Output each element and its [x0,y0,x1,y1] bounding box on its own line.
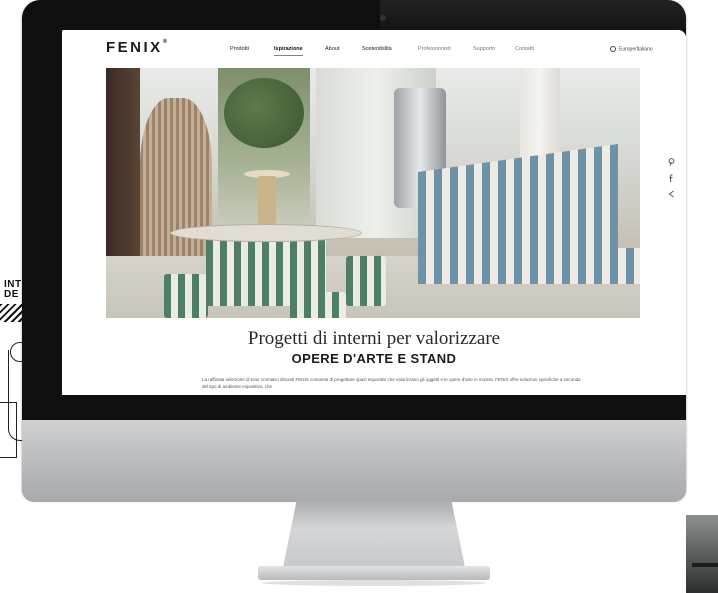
monitor-stand-base [258,566,490,580]
hero-image [106,68,640,318]
logo-registered-mark: ® [162,39,168,45]
monitor-stand-shadow [262,580,486,586]
page-headline: Progetti di interni per valorizzare [247,328,501,349]
hero-tree [224,78,304,148]
share-icon[interactable] [668,190,675,200]
nav-prodotti[interactable]: Prodotti [230,46,249,52]
hero-stool [290,292,346,318]
nav-contatti[interactable]: Contatti [515,46,534,52]
background-card-title-line-2: DE [4,289,19,300]
monitor-chin [22,420,686,502]
globe-icon [610,46,616,52]
nav-about[interactable]: About [325,46,339,52]
facebook-icon[interactable] [668,174,675,184]
camera-icon [380,15,386,21]
page-intro-text: La raffinata selezione di tone cromatici… [202,377,581,389]
hero-stool [346,256,386,306]
hero-sculpture [140,98,212,268]
background-hatch-pattern [0,304,24,322]
background-outline-box [0,402,17,458]
hero-striped-bench-seat [418,248,640,284]
monitor-stand-neck [282,500,466,572]
language-selector[interactable]: Europe/Italiano [610,46,653,52]
hero-lamp [258,176,276,224]
nav-ispirazione[interactable]: Ispirazione [274,46,303,56]
site-logo[interactable]: FENIX® [106,39,167,56]
background-photo-fragment [686,515,718,593]
page-subheadline: OPERE D'ARTE E STAND [291,351,457,366]
hero-stool [164,274,208,318]
nav-professionisti[interactable]: Professionisti [418,46,451,52]
language-label: Europe/Italiano [619,46,653,53]
site-header: FENIX® Prodotti Ispirazione About Sosten… [62,30,686,68]
nav-supporto[interactable]: Supporto [473,46,495,52]
hero-table-top [170,224,362,242]
logo-text: FENIX [106,39,163,56]
monitor-screen: FENIX® Prodotti Ispirazione About Sosten… [62,30,686,395]
nav-sostenibilita[interactable]: Sostenibilità [362,46,392,52]
background-card-title: INT DE [4,280,22,300]
pinterest-icon[interactable] [668,158,675,168]
